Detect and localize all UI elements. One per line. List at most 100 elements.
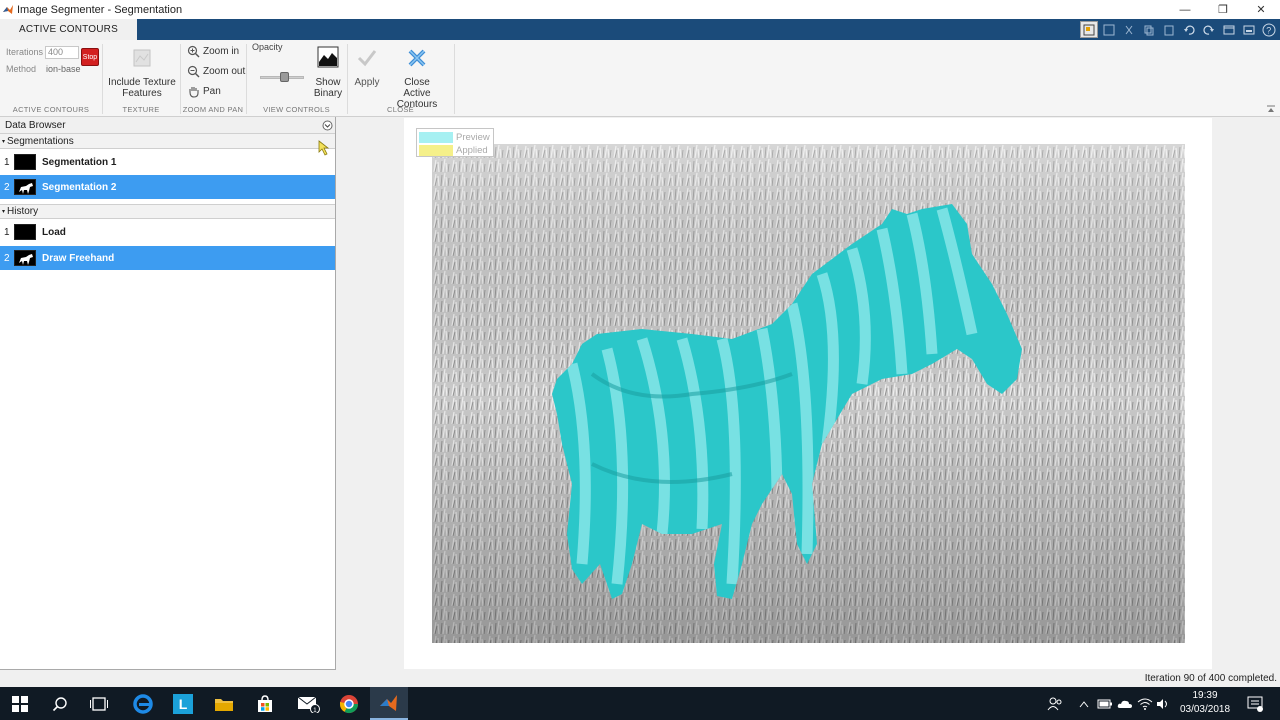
legend-preview-swatch [419, 131, 453, 143]
ribbon: Iterations 400 Stop Method ion-base ACTI… [0, 40, 1280, 117]
data-browser-header: Data Browser [0, 117, 335, 134]
mouse-cursor-icon [318, 140, 330, 156]
matlab-taskbar-icon[interactable] [370, 687, 408, 720]
task-view-icon[interactable] [80, 687, 118, 720]
zoom-in-button[interactable]: Zoom in [187, 45, 239, 58]
save-icon[interactable] [1100, 21, 1118, 38]
legend-applied: Applied [419, 144, 488, 156]
onedrive-cloud-icon[interactable] [1116, 687, 1134, 720]
history-thumbnail [14, 224, 36, 240]
legend-preview-label: Preview [456, 131, 490, 143]
wifi-icon[interactable] [1136, 687, 1154, 720]
segmentation-thumbnail [14, 154, 36, 170]
ribbon-tab-strip: ACTIVE CONTOURS ? [0, 19, 1280, 40]
undo-icon[interactable] [1180, 21, 1198, 38]
iterations-label: Iterations [6, 47, 44, 57]
show-binary-button[interactable]: Show Binary [311, 44, 345, 102]
segmentations-header-label: Segmentations [7, 135, 74, 147]
apply-button[interactable]: Apply [351, 44, 383, 102]
pan-hand-icon [189, 87, 199, 98]
file-explorer-icon[interactable] [205, 687, 243, 720]
history-name: Draw Freehand [42, 252, 115, 264]
collapse-triangle-icon: ▾ [2, 138, 6, 145]
method-dropdown[interactable]: ion-base [46, 64, 81, 74]
copy-icon[interactable] [1140, 21, 1158, 38]
group-label-close: CLOSE [387, 105, 414, 114]
close-button[interactable]: ✕ [1242, 0, 1280, 19]
taskbar-clock[interactable]: 19:39 03/03/2018 [1170, 689, 1240, 717]
minimize-button[interactable]: — [1166, 0, 1204, 19]
layout-icon[interactable] [1080, 21, 1098, 38]
collapse-triangle-icon: ▾ [2, 209, 6, 215]
row-index: 1 [4, 156, 10, 168]
legend-applied-swatch [419, 144, 453, 156]
segmentation-thumbnail [14, 179, 36, 195]
segmentations-section-header[interactable]: ▾ Segmentations [0, 134, 335, 149]
pan-button[interactable]: Pan [187, 85, 221, 98]
people-icon[interactable] [1044, 687, 1066, 720]
cut-icon[interactable] [1120, 21, 1138, 38]
method-label: Method [6, 64, 37, 74]
row-index: 2 [4, 181, 10, 193]
matlab-app-icon [3, 4, 13, 14]
stop-button[interactable]: Stop [81, 48, 99, 66]
overlay-legend: Preview Applied [416, 128, 494, 157]
iterations-input[interactable]: 400 [45, 46, 79, 59]
group-label-zoom-pan: ZOOM AND PAN [182, 105, 244, 114]
texture-icon [133, 49, 151, 67]
pan-label: Pan [203, 86, 221, 97]
segmentation-row[interactable]: 1 Segmentation 1 [0, 150, 335, 174]
restore-button[interactable]: ❐ [1204, 0, 1242, 19]
opacity-label: Opacity [252, 42, 283, 52]
segmentation-name: Segmentation 2 [42, 181, 117, 193]
segmentation-name: Segmentation 1 [42, 156, 117, 168]
close-active-contours-button[interactable]: Close Active Contours [384, 44, 450, 110]
zoom-in-icon [187, 45, 200, 58]
windows-start-icon[interactable] [1, 687, 39, 720]
zoom-out-button[interactable]: Zoom out [187, 65, 245, 78]
mail-icon[interactable]: 1 [290, 687, 328, 720]
binary-image-icon [317, 46, 339, 68]
tab-active-contours[interactable]: ACTIVE CONTOURS [0, 19, 137, 40]
zoom-out-icon [187, 65, 200, 78]
paste-icon[interactable] [1160, 21, 1178, 38]
edge-browser-icon[interactable] [124, 687, 162, 720]
close-x-icon [408, 49, 426, 67]
include-texture-label: Include Texture Features [108, 77, 176, 99]
segmentation-row[interactable]: 2 Segmentation 2 [0, 175, 335, 199]
window-title: Image Segmenter - Segmentation [17, 3, 183, 16]
history-name: Load [42, 226, 66, 238]
row-index: 1 [4, 226, 10, 238]
row-index: 2 [4, 252, 10, 264]
data-browser-title: Data Browser [5, 120, 66, 131]
status-text: Iteration 90 of 400 completed. [1144, 673, 1277, 684]
history-row[interactable]: 2 Draw Freehand [0, 246, 335, 270]
help-icon[interactable]: ? [1260, 21, 1278, 38]
legend-applied-label: Applied [456, 144, 488, 156]
window-layout-icon[interactable] [1220, 21, 1238, 38]
lync-l-icon[interactable]: L [164, 687, 202, 720]
opacity-slider-thumb[interactable] [280, 72, 290, 82]
svg-text:?: ? [1266, 25, 1271, 35]
battery-icon[interactable] [1096, 687, 1114, 720]
group-label-active-contours: ACTIVE CONTOURS [12, 105, 90, 114]
redo-icon[interactable] [1200, 21, 1218, 38]
windows-taskbar: L 1 19:39 03/03/2018 [0, 687, 1280, 720]
history-row[interactable]: 1 Load [0, 220, 335, 244]
action-center-icon[interactable] [1244, 687, 1266, 720]
checkmark-icon [357, 50, 377, 67]
history-header-label: History [7, 206, 39, 217]
include-texture-button[interactable]: Include Texture Features [104, 44, 180, 104]
show-hidden-icons-chevron-icon[interactable] [1076, 687, 1092, 720]
history-section-header[interactable]: ▾ History [0, 204, 335, 219]
store-icon[interactable] [246, 687, 284, 720]
chrome-icon[interactable] [330, 687, 368, 720]
zebra-image[interactable] [432, 144, 1185, 643]
panel-options-icon[interactable] [322, 120, 333, 131]
search-icon[interactable] [41, 687, 79, 720]
volume-icon[interactable] [1155, 687, 1171, 720]
minimize-toolstrip-icon[interactable] [1240, 21, 1258, 38]
quick-access-toolbar: ? [1080, 21, 1278, 38]
show-binary-label: Show Binary [313, 77, 343, 99]
collapse-ribbon-icon[interactable] [1266, 104, 1276, 113]
